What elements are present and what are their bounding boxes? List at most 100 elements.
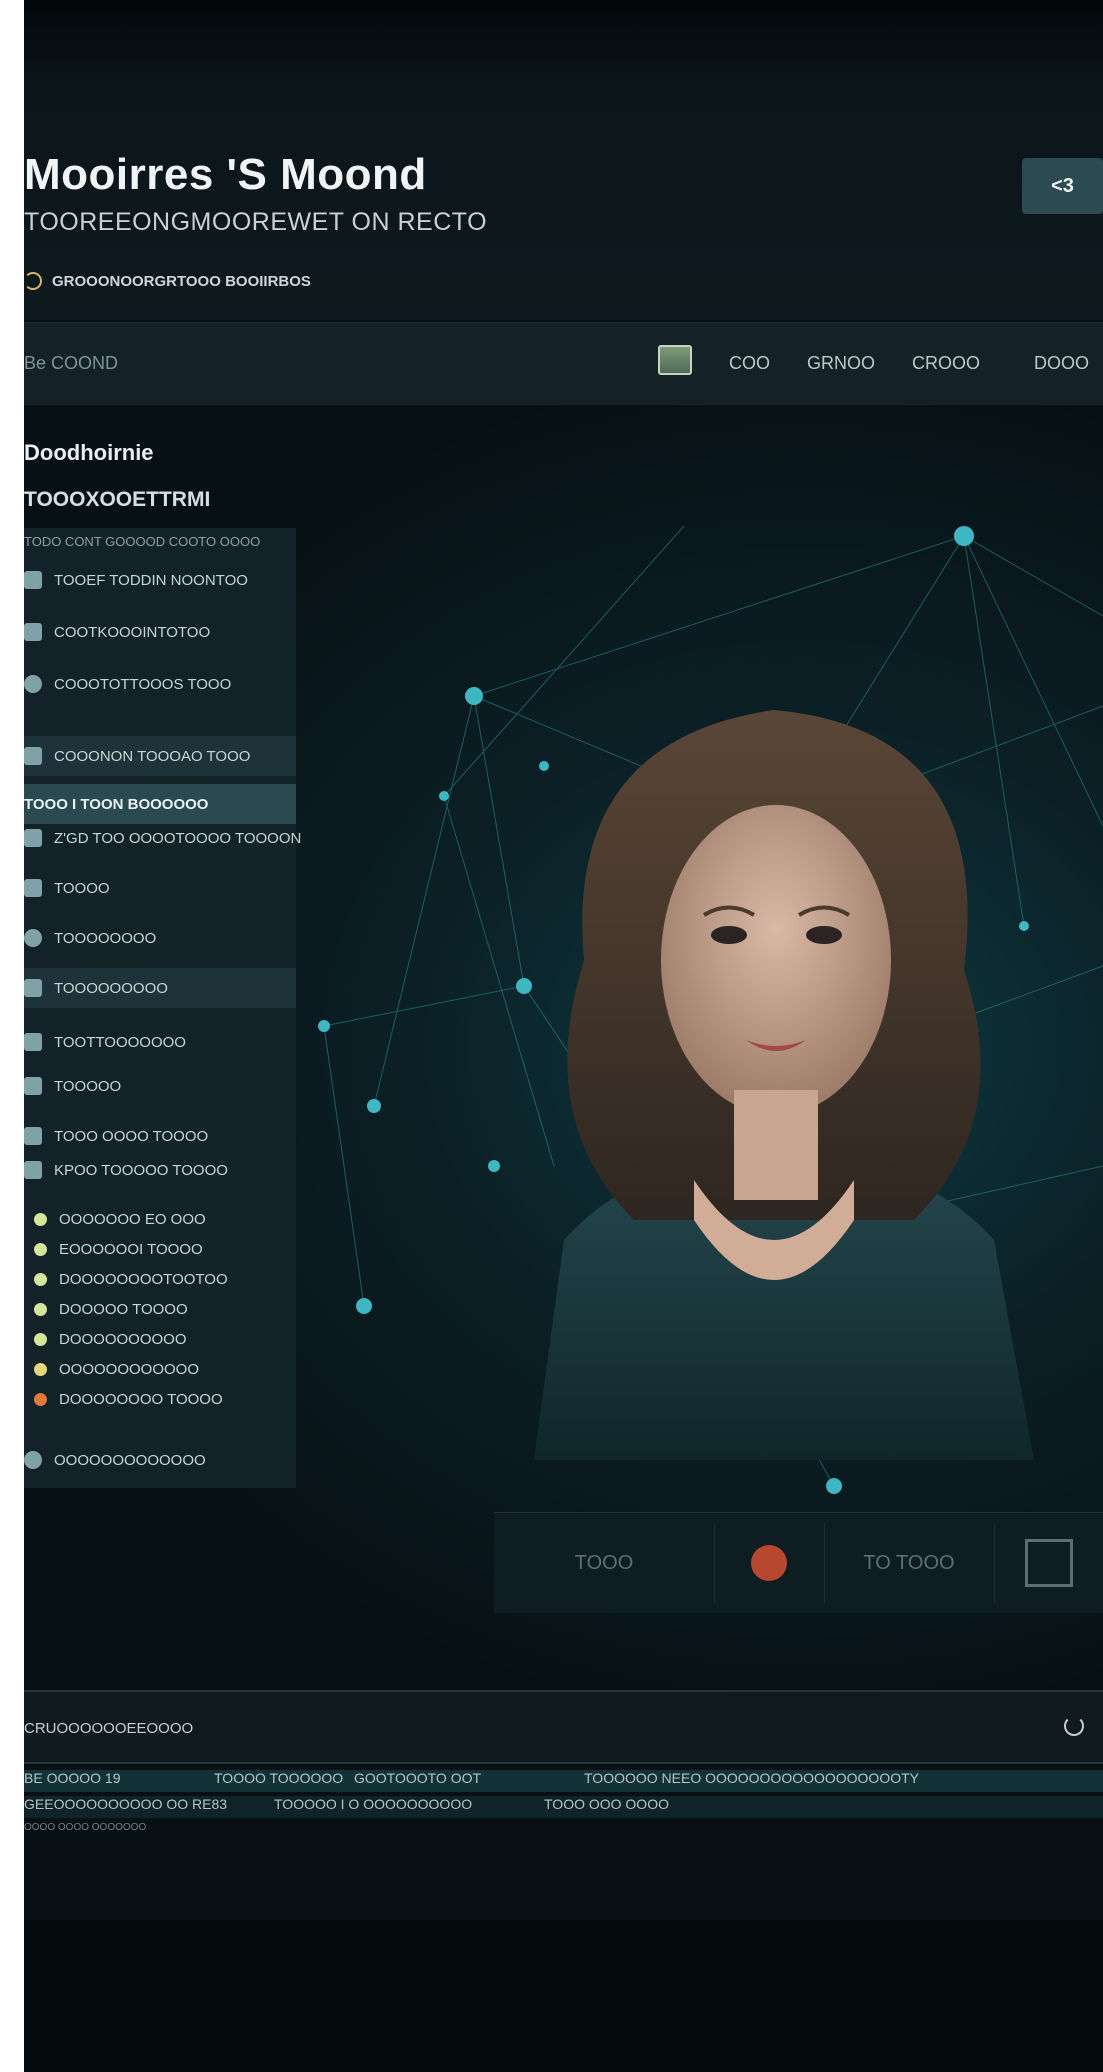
status-label: OOOOOOOOOOOO [59, 1360, 200, 1378]
record-button[interactable] [714, 1523, 825, 1603]
status-item-7[interactable]: DOOOOOOOO TOOOO [24, 1384, 296, 1414]
sidebar-item-label: TOOTTOOOOOOO [54, 1033, 186, 1051]
sidebar-item-label: TOOOO [54, 879, 110, 897]
record-icon [751, 1545, 787, 1581]
status-label: DOOOOOOOO TOOOO [59, 1390, 223, 1408]
cell-col3: GOOTOOOTO OOT [354, 1770, 482, 1786]
status-label: DOOOOOOOOTOOTOO [59, 1270, 228, 1288]
status-label: DOOOOO TOOOO [59, 1300, 188, 1318]
spinner-icon [24, 272, 42, 290]
sidebar-item-label: TOOO OOOO TOOOO [54, 1127, 209, 1145]
user-icon [24, 879, 42, 897]
number-icon [24, 747, 42, 765]
cell-col1: BE OOOOO 19 [24, 1770, 121, 1786]
sidebar-item-7[interactable]: TOOOO [24, 868, 296, 908]
table-row: BE OOOOO 19 TOOOO TOOOOOO GOOTOOOTO OOT … [24, 1770, 1103, 1792]
header-action-button[interactable]: <3 [1022, 158, 1103, 214]
status-item-6[interactable]: OOOOOOOOOOOO [24, 1354, 296, 1384]
status-label: DOOOOOOOOOO [59, 1330, 187, 1348]
sidebar-item-label: COOONON TOOOAO TOOO [54, 747, 251, 765]
sidebar-item-2[interactable]: COOTKOOOINTOTOO [24, 612, 296, 652]
sidebar-item-6[interactable]: Z'GD TOO OOOOTOOOO TOOOON [24, 818, 301, 858]
sidebar-item-8[interactable]: TOOOOOOOO [24, 918, 296, 958]
time-display: TO TOOO [824, 1523, 995, 1603]
status-label: OOOOOOO EO OOO [59, 1210, 206, 1228]
status-item-3[interactable]: DOOOOOOOOTOOTOO [24, 1264, 296, 1294]
sidebar-subheading: TOOOXOOETTRMI [24, 488, 211, 511]
page-subtitle: TOOREEONGMOOREWET ON RECTO [24, 208, 488, 236]
status-dot [34, 1212, 47, 1226]
sidebar-item-4[interactable]: COOONON TOOOAO TOOO [24, 736, 296, 776]
sidebar-footer-item[interactable]: OOOOOOOOOOOOO [24, 1440, 296, 1480]
status-dot [34, 1362, 47, 1376]
sidebar-item-13[interactable]: KPOO TOOOOO TOOOO [24, 1150, 296, 1190]
grid-icon [24, 1127, 42, 1145]
chart-icon [24, 571, 42, 589]
sidebar-item-9[interactable]: TOOOOOOOOO [24, 968, 296, 1008]
cell-col2: TOOOO TOOOOOO [214, 1770, 344, 1786]
status-item-1[interactable]: OOOOOOO EO OOO [24, 1204, 296, 1234]
cell-col2: TOOOOO I O OOOOOOOOOO [274, 1796, 473, 1812]
top-bar [24, 0, 1103, 80]
fullscreen-icon [1024, 1539, 1073, 1587]
nav-link-1[interactable]: COO [729, 353, 770, 374]
help-icon [24, 1077, 42, 1095]
status-dot [34, 1302, 47, 1316]
nav-link-3[interactable]: CROOO [912, 353, 980, 374]
cell-col1: OOOO OOOO OOOOOOO [24, 1822, 147, 1833]
page-title: Mooirres 'S Moond [24, 150, 427, 199]
nav-search-label[interactable]: Be COOND [24, 353, 118, 374]
refresh-icon[interactable] [1064, 1716, 1084, 1736]
settings-icon [24, 1451, 42, 1469]
nav-bar: Be COOND COO GRNOO CROOO DOOO [24, 322, 1103, 406]
cell-col3: TOOO OOO OOOO [544, 1796, 669, 1812]
sidebar-footer-label: OOOOOOOOOOOOO [54, 1451, 206, 1469]
media-control-bar: TOOO TO TOOO [494, 1512, 1103, 1613]
tagline: GROOONOORGRTOOO BOOIIRBOS [24, 272, 311, 290]
sidebar-hint: TODO CONT GOOOOD COOTO OOOO [24, 534, 261, 549]
folder-icon [24, 1033, 42, 1051]
sidebar-heading: Doodhoirnie [24, 440, 154, 465]
table-row: GEEOOOOOOOOOO OO RE83 TOOOOO I O OOOOOOO… [24, 1796, 1103, 1818]
sidebar-item-label: COOTKOOOINTOTOO [54, 623, 211, 641]
status-item-5[interactable]: DOOOOOOOOOO [24, 1324, 296, 1354]
image-icon[interactable] [658, 345, 692, 375]
tagline-text: GROOONOORGRTOOO BOOIIRBOS [52, 272, 311, 290]
section-title: CRUOOOOOOEEOOOO [24, 1720, 194, 1737]
sidebar-item-11[interactable]: TOOOOO [24, 1066, 296, 1106]
list-icon [24, 623, 42, 641]
sidebar-item-3[interactable]: COOOTOTTOOOS TOOO [24, 664, 296, 704]
z-icon [24, 829, 42, 847]
leaf-icon [24, 675, 42, 693]
sidebar-item-1[interactable]: TOOEF TODDIN NOONTOO [24, 560, 296, 600]
status-dot [34, 1242, 47, 1256]
nav-link-4[interactable]: DOOO [1034, 353, 1089, 374]
status-dot [34, 1332, 47, 1346]
sidebar-item-label: KPOO TOOOOO TOOOO [54, 1161, 228, 1179]
sidebar-item-label: TOOOOO [54, 1077, 122, 1095]
sidebar-item-label: TOOO I TOON BOOOOOO [24, 795, 209, 813]
fullscreen-button[interactable] [994, 1523, 1103, 1603]
nav-link-2[interactable]: GRNOO [807, 353, 875, 374]
sidebar-item-label: TOOOOOOOOO [54, 979, 168, 997]
cell-col4: TOOOOOO NEEO OOOOOOOOOOOOOOOOOOTY [584, 1770, 919, 1786]
document-icon [24, 979, 42, 997]
status-item-2[interactable]: EOOOOOOI TOOOO [24, 1234, 296, 1264]
status-dot [34, 1392, 47, 1406]
portrait-image [534, 710, 1034, 1460]
status-dot [34, 1272, 47, 1286]
status-item-4[interactable]: DOOOOO TOOOO [24, 1294, 296, 1324]
sidebar-item-label: TOOEF TODDIN NOONTOO [54, 571, 248, 589]
sidebar-item-10[interactable]: TOOTTOOOOOOO [24, 1022, 296, 1062]
footer [24, 1920, 1103, 2072]
cell-col1: GEEOOOOOOOOOO OO RE83 [24, 1796, 228, 1812]
sidebar-item-label: Z'GD TOO OOOOTOOOO TOOOON [54, 829, 302, 847]
table-icon [24, 1161, 42, 1179]
sidebar-item-label: COOOTOTTOOOS TOOO [54, 675, 232, 693]
app-window: Mooirres 'S Moond TOOREEONGMOOREWET ON R… [24, 0, 1103, 2072]
play-button[interactable]: TOOO [494, 1523, 715, 1603]
gear-icon [24, 929, 42, 947]
sidebar-item-label: TOOOOOOOO [54, 929, 157, 947]
table-row: OOOO OOOO OOOOOOO [24, 1822, 1103, 1844]
status-label: EOOOOOOI TOOOO [59, 1240, 203, 1258]
